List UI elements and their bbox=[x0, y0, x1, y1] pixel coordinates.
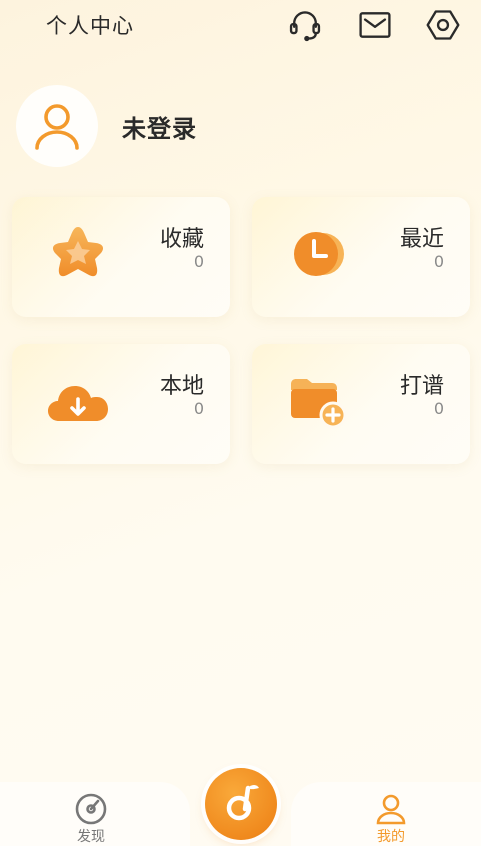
cloud-download-icon bbox=[42, 368, 114, 434]
clock-icon bbox=[282, 221, 354, 287]
login-status[interactable]: 未登录 bbox=[122, 109, 197, 144]
folder-add-icon bbox=[282, 368, 354, 434]
recent-card[interactable]: 最近 0 bbox=[252, 197, 470, 317]
nav-mine-label: 我的 bbox=[377, 829, 405, 845]
notation-card[interactable]: 打谱 0 bbox=[252, 344, 470, 464]
mail-icon[interactable] bbox=[356, 6, 394, 44]
top-header: 个人中心 bbox=[0, 0, 481, 50]
music-note-icon bbox=[226, 785, 259, 821]
card-count: 0 bbox=[433, 252, 444, 271]
profile-section[interactable]: 未登录 bbox=[16, 84, 316, 168]
star-icon bbox=[42, 221, 114, 287]
settings-icon[interactable] bbox=[424, 6, 462, 44]
card-count: 0 bbox=[433, 399, 444, 418]
favorites-card[interactable]: 收藏 0 bbox=[12, 197, 230, 317]
avatar[interactable] bbox=[16, 85, 98, 167]
nav-mine[interactable]: 我的 bbox=[351, 792, 431, 846]
card-label: 本地 bbox=[159, 374, 204, 399]
card-label: 打谱 bbox=[399, 374, 444, 399]
local-card[interactable]: 本地 0 bbox=[12, 344, 230, 464]
center-play-button[interactable] bbox=[205, 768, 277, 840]
nav-discover-label: 发现 bbox=[77, 829, 105, 845]
bottom-nav: 发现 我的 bbox=[0, 768, 481, 846]
card-count: 0 bbox=[193, 252, 204, 271]
card-label: 最近 bbox=[399, 227, 444, 252]
nav-discover[interactable]: 发现 bbox=[51, 792, 131, 846]
user-icon bbox=[376, 794, 406, 825]
card-count: 0 bbox=[193, 399, 204, 418]
headset-icon[interactable] bbox=[286, 6, 324, 44]
card-label: 收藏 bbox=[159, 227, 204, 252]
disc-icon bbox=[75, 793, 107, 825]
page-title: 个人中心 bbox=[46, 14, 134, 38]
